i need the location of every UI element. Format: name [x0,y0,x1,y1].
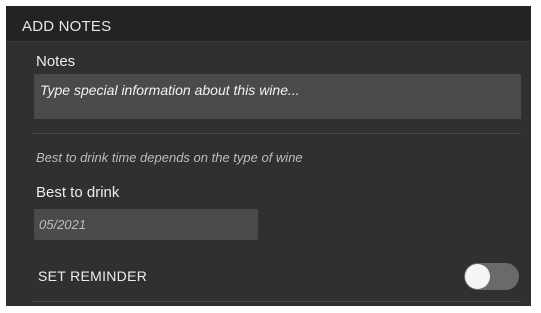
set-reminder-label: SET REMINDER [38,268,148,284]
notes-input[interactable]: Type special information about this wine… [34,74,521,119]
set-reminder-toggle[interactable] [464,263,519,290]
divider [32,301,521,302]
best-to-drink-label: Best to drink [36,184,120,201]
section-title: ADD NOTES [22,18,112,35]
section-header: ADD NOTES [6,6,531,42]
toggle-knob [465,264,490,289]
notes-label: Notes [36,53,76,70]
best-to-drink-hint: Best to drink time depends on the type o… [36,150,303,165]
notes-placeholder: Type special information about this wine… [40,82,300,98]
best-to-drink-date-field[interactable]: 05/2021 [34,209,258,240]
divider [32,133,521,134]
best-to-drink-date-value: 05/2021 [39,217,86,232]
